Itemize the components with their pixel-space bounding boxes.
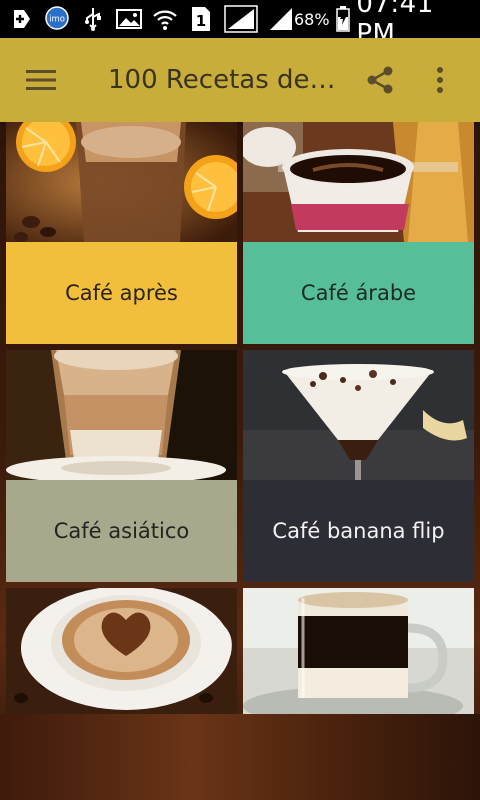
- coffee-orange-image: [6, 122, 237, 242]
- background-strip: [0, 714, 480, 800]
- image-icon: [116, 6, 142, 32]
- status-bar-notifications: imo 1: [0, 5, 294, 33]
- sim-icon: 1: [188, 6, 214, 32]
- more-vert-icon: [437, 67, 443, 93]
- signal-icon: [268, 6, 294, 32]
- recipe-title: Café après: [65, 281, 178, 305]
- battery-percent: 68%: [294, 9, 330, 29]
- layered-coffee-mug-image: [243, 588, 474, 714]
- menu-button[interactable]: [14, 53, 68, 107]
- recipe-grid: Café après Café árabe Café asiático Café…: [0, 122, 480, 714]
- app-title: 100 Recetas de…: [108, 65, 336, 95]
- arabic-coffee-image: [243, 122, 474, 242]
- more-options-button[interactable]: [420, 58, 460, 102]
- sim-label: 1: [196, 12, 206, 30]
- share-button[interactable]: [358, 58, 402, 102]
- recipe-card[interactable]: Café après: [6, 122, 237, 344]
- menu-icon: [26, 70, 56, 90]
- recipe-card[interactable]: Café árabe: [243, 122, 474, 344]
- recipe-card[interactable]: [6, 588, 237, 714]
- recipe-card-label: Café árabe: [243, 242, 474, 344]
- imo-label: imo: [49, 15, 65, 25]
- recipe-card[interactable]: Café banana flip: [243, 350, 474, 582]
- share-icon: [367, 66, 393, 94]
- signal-icon: [224, 5, 258, 33]
- banana-flip-image: [243, 350, 474, 480]
- recipe-title: Café banana flip: [272, 519, 445, 543]
- app-bar: 100 Recetas de…: [0, 38, 480, 122]
- recipe-card[interactable]: Café asiático: [6, 350, 237, 582]
- recipe-card-label: Café après: [6, 242, 237, 344]
- usb-icon: [80, 6, 106, 32]
- recipe-card-label: Café asiático: [6, 480, 237, 582]
- battery-icon: [336, 6, 351, 32]
- recipe-card[interactable]: [243, 588, 474, 714]
- asian-coffee-image: [6, 350, 237, 484]
- imo-icon: imo: [44, 6, 70, 32]
- heart-latte-image: [6, 588, 237, 714]
- recipe-card-label: Café banana flip: [243, 480, 474, 582]
- add-icon: [8, 6, 34, 32]
- wifi-icon: [152, 6, 178, 32]
- recipe-title: Café asiático: [53, 519, 190, 543]
- status-bar: imo 1 68% 07:41 PM: [0, 0, 480, 49]
- recipe-title: Café árabe: [300, 281, 417, 305]
